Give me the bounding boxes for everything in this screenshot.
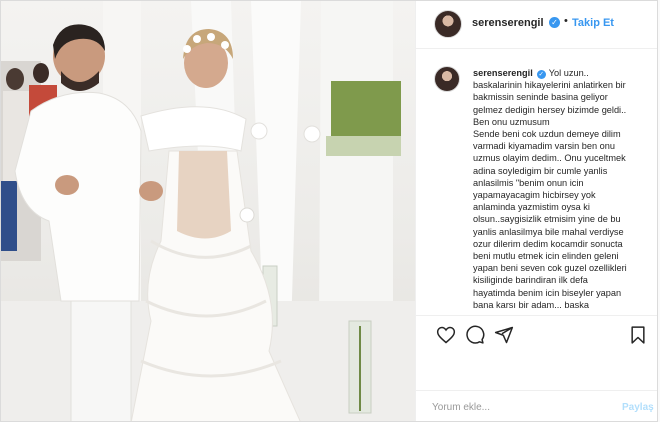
caption-line: yanlis anlasilmya bile mahal verdiyse [473,226,624,237]
caption-line: gelmez dedigin hersey bizimde geldi.. [473,104,627,115]
action-bar [416,317,657,353]
caption-line: yapamayacagim hicbirsey yok [473,190,596,201]
heart-icon[interactable] [436,325,456,345]
post-header: serenserengil ✓ • Takip Et [416,1,657,49]
caption-avatar[interactable] [434,66,460,92]
post-comment-button[interactable]: Paylaş [622,402,654,413]
caption-line: Ben onu uzmusum [473,116,550,127]
caption-verified-icon: ✓ [536,70,546,79]
comment-input[interactable] [432,398,602,416]
bookmark-icon[interactable] [628,325,648,345]
caption-text: serenserengil ✓ Yol uzun.. baskalarinin hi… [473,67,655,311]
caption-username[interactable]: serenserengil [473,68,533,78]
caption-line: beni mutlu etmek icin elinden geleni [473,251,619,262]
comment-icon[interactable] [465,325,485,345]
caption-line: hayatimda benim icin biseyler yapan [473,287,622,298]
caption-line: Yol uzun.. [548,68,589,78]
instagram-post: serenserengil ✓ • Takip Et serenserengil… [0,0,658,422]
post-sidebar: serenserengil ✓ • Takip Et serenserengil… [415,1,657,421]
caption-line: varmadi kiyamadim varsin ben onu [473,141,615,152]
caption-line: bakmissin seninde basina geliyor [473,92,608,103]
caption-line: kisiliginde barindiran ilk defa [473,275,588,286]
caption-line: olsun..saygisizlik etmisim yine de bu [473,214,621,225]
caption-line: anlasilmis "benim onun icin [473,177,584,188]
verified-badge-icon: ✓ [549,17,560,28]
follow-button[interactable]: Takip Et [572,17,614,29]
post-photo[interactable] [1,1,415,421]
avatar[interactable] [434,10,462,38]
caption-area[interactable]: serenserengil ✓ Yol uzun.. baskalarinin hi… [416,50,657,316]
wedding-photo-illustration [1,1,415,421]
caption-line: baskalarinin hikayelerini anlatirken bir [473,80,626,91]
caption-line: yapan beni seven cok guzel ozellikleri [473,263,627,274]
comment-bar: Paylaş [416,390,657,421]
share-icon[interactable] [494,325,514,345]
header-separator: • [564,15,568,27]
caption-line: uzmus olayim dedim.. Onu yuceltmek [473,153,626,164]
header-username[interactable]: serenserengil [472,17,544,29]
caption-line: Sende beni cok uzdun demeye dilim [473,129,621,140]
caption-line: anlaminda yazmistim oysa ki [473,202,590,213]
caption-line: adina soyledigim bir cumle yanlis [473,165,608,176]
caption-line: ozur dilerim dedim kocamdir sonucta [473,238,623,249]
caption-line: bana karsı bir adam... baska [473,299,589,310]
